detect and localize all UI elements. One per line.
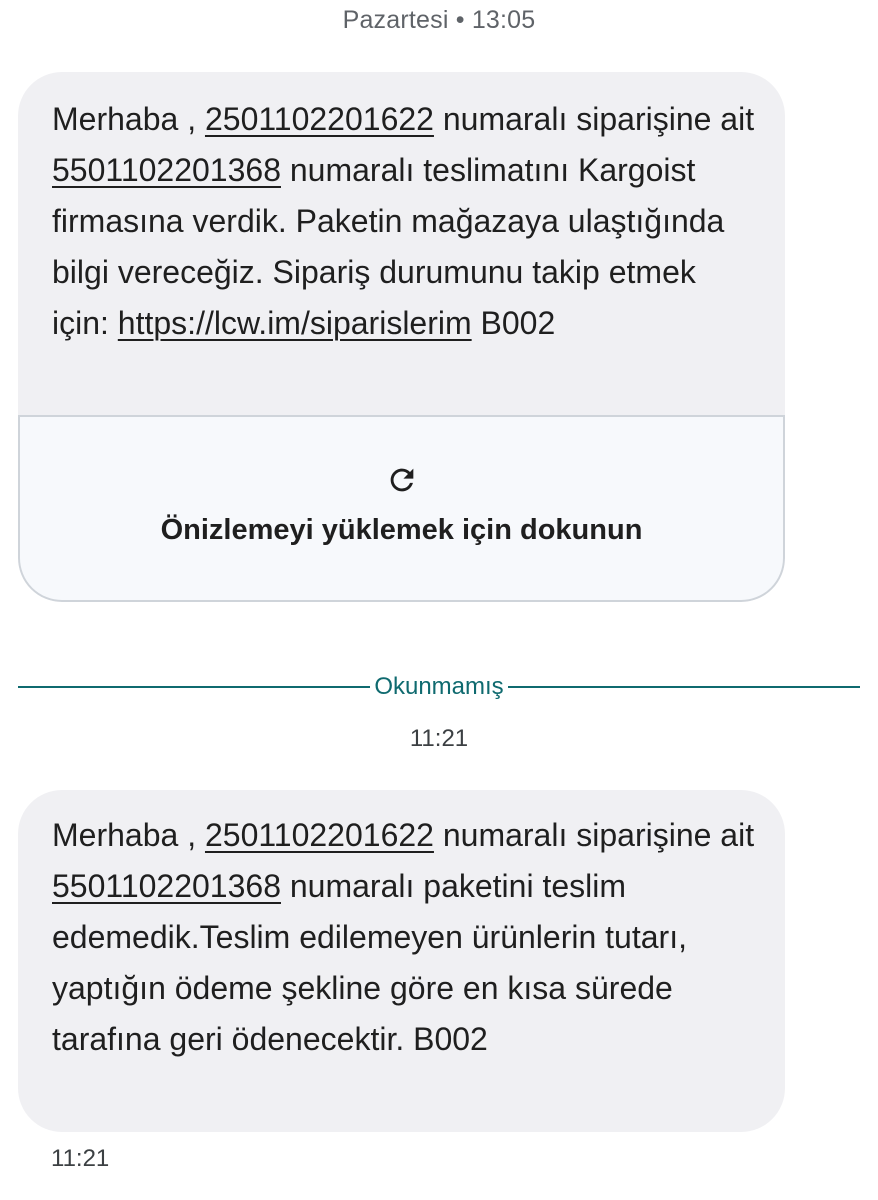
divider-line [507, 686, 860, 688]
url-link[interactable]: https://lcw.im/siparislerim [118, 305, 472, 341]
date-header: Pazartesi • 13:05 [342, 6, 536, 34]
message-bubble[interactable]: Merhaba , 2501102201622 numaralı sipariş… [18, 790, 785, 1132]
refresh-icon [390, 468, 413, 491]
message-timestamp: 11:21 [51, 1145, 110, 1172]
link-preview-card[interactable]: Önizlemeyi yüklemek için dokunun [18, 415, 785, 602]
order-number-link[interactable]: 2501102201622 [205, 101, 434, 137]
conversation-view: Pazartesi • 13:05 Merhaba , 250110220162… [0, 0, 878, 1200]
delivery-number-link[interactable]: 5501102201368 [52, 868, 281, 904]
message-text-segment: numaralı siparişine ait [433, 101, 755, 137]
message-bubble[interactable]: Merhaba , 2501102201622 numaralı sipariş… [18, 72, 785, 602]
message-text-segment: Merhaba , [52, 101, 205, 137]
order-number-link[interactable]: 2501102201622 [205, 817, 434, 853]
message-text-segment: B002 [471, 305, 556, 341]
unread-label: Okunmamış [374, 673, 504, 700]
group-timestamp: 11:21 [409, 725, 469, 752]
message-text: Merhaba , 2501102201622 numaralı sipariş… [18, 790, 785, 1085]
message-text-segment: Merhaba , [52, 817, 205, 853]
message-text: Merhaba , 2501102201622 numaralı sipariş… [18, 72, 785, 415]
delivery-number-link[interactable]: 5501102201368 [52, 152, 281, 188]
message-text-segment: numaralı siparişine ait [433, 817, 755, 853]
divider-line [18, 686, 371, 688]
preview-label: Önizlemeyi yüklemek için dokunun [160, 513, 643, 546]
unread-divider: Okunmamış [18, 672, 860, 702]
